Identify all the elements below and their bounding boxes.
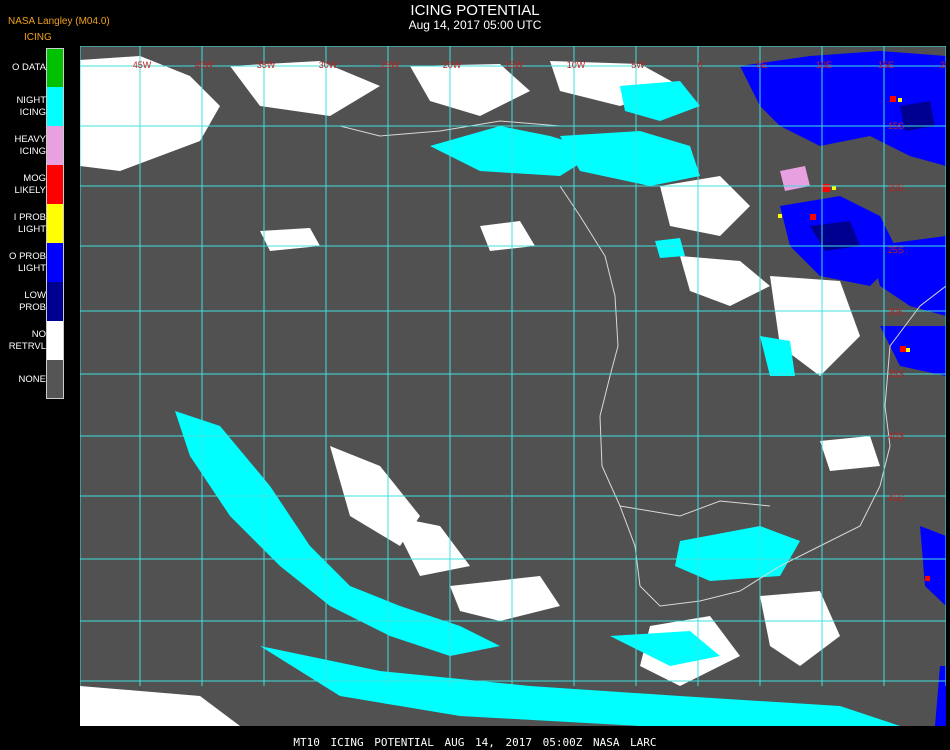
legend-swatch <box>46 360 64 399</box>
legend-label: O PROB LIGHT <box>9 250 46 274</box>
legend-item-mog-likely: MOG LIKELY <box>0 165 66 204</box>
legend-swatch <box>46 87 64 126</box>
legend-item-no-retrieval: NO RETRVL <box>0 321 66 360</box>
legend-label: HEAVY ICING <box>14 133 46 157</box>
legend-swatch <box>46 165 64 204</box>
legend-item-no-data: O DATA <box>0 48 66 87</box>
legend-item-none: NONE <box>0 360 66 399</box>
lon-label: 10E <box>816 60 832 70</box>
lat-label: 15S <box>888 121 904 131</box>
product-short-label: ICING <box>24 32 52 43</box>
lat-label: 30S <box>888 307 904 317</box>
lon-label: 40W <box>195 60 214 70</box>
legend-label: O DATA <box>12 61 46 73</box>
legend-label: I PROB LIGHT <box>13 211 46 235</box>
legend-item-heavy-icing: HEAVY ICING <box>0 126 66 165</box>
lon-label: 30W <box>319 60 338 70</box>
icing-potential-map[interactable]: 45W 40W 35W 30W 25W 20W 15W 10W 5W 0 5E 10E 15E 20E 15… <box>80 46 946 726</box>
legend-label: NONE <box>18 373 46 385</box>
legend-swatch <box>46 243 64 282</box>
map-timestamp: Aug 14, 2017 05:00 UTC <box>408 18 542 32</box>
map-title: ICING POTENTIAL <box>410 2 540 19</box>
lon-label: 0 <box>697 60 702 70</box>
legend-item-night-icing: NIGHT ICING <box>0 87 66 126</box>
lon-label: 5E <box>756 60 767 70</box>
color-legend: O DATA NIGHT ICING HEAVY ICING MOG LIKEL… <box>0 48 66 399</box>
lon-label: 20W <box>443 60 462 70</box>
lat-label: 40S <box>888 431 904 441</box>
lon-label: 45W <box>133 60 152 70</box>
legend-item-hi-prob-light: I PROB LIGHT <box>0 204 66 243</box>
legend-label: NO RETRVL <box>8 328 46 352</box>
legend-label: MOG LIKELY <box>14 172 46 196</box>
legend-swatch <box>46 321 64 360</box>
lon-label: 20E <box>940 60 946 70</box>
legend-item-low-prob: LOW PROB <box>0 282 66 321</box>
legend-item-lo-prob-light: O PROB LIGHT <box>0 243 66 282</box>
lat-label: 45S <box>888 493 904 503</box>
lat-label: 25S <box>888 245 904 255</box>
lon-label: 10W <box>567 60 586 70</box>
lon-label: 15E <box>878 60 894 70</box>
lon-label: 15W <box>505 60 524 70</box>
lon-label: 35W <box>257 60 276 70</box>
legend-swatch <box>46 48 64 87</box>
legend-label: NIGHT ICING <box>16 94 46 118</box>
legend-swatch <box>46 282 64 321</box>
legend-label: LOW PROB <box>19 289 46 313</box>
legend-swatch <box>46 126 64 165</box>
legend-swatch <box>46 204 64 243</box>
footer-caption: MT10 ICING POTENTIAL AUG 14, 2017 05:00Z… <box>293 736 657 749</box>
lon-label: 5W <box>631 60 645 70</box>
lat-label: 35S <box>888 369 904 379</box>
lon-label: 25W <box>381 60 400 70</box>
lat-label: 20S <box>888 183 904 193</box>
